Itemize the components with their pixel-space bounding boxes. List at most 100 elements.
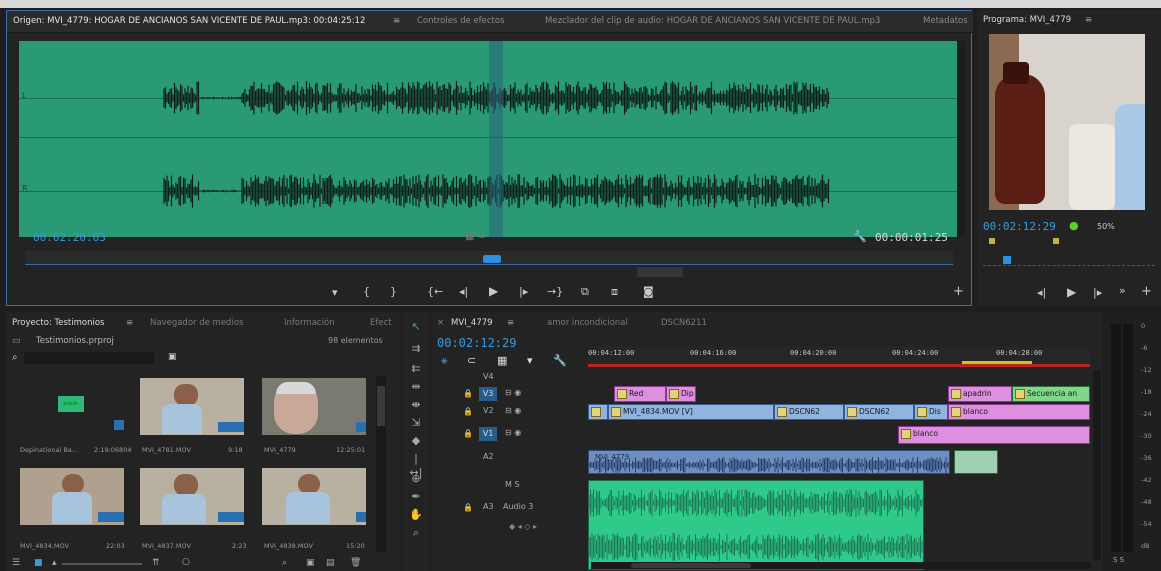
search-input[interactable] — [24, 352, 154, 364]
thumbnail-size-slider[interactable] — [62, 563, 142, 565]
clip-apadrin[interactable]: apadrin — [948, 386, 1012, 402]
new-bin-icon[interactable]: ▣ — [168, 352, 177, 362]
new-item-icon[interactable]: ▤ — [326, 558, 335, 568]
timeline-vertical-scrollbar[interactable] — [1093, 370, 1101, 560]
add-button-icon[interactable]: + — [1141, 284, 1152, 299]
selection-tool-icon[interactable]: ↖ — [409, 320, 423, 334]
solo-buttons[interactable]: S S — [1113, 556, 1124, 564]
fit-icon[interactable]: ▦ ⇼ — [465, 231, 486, 242]
close-tab-icon[interactable]: × — [437, 318, 444, 328]
clip-a2-audio[interactable]: MVI_4779 — [588, 450, 950, 474]
track-output-icon[interactable]: ⊟ ◉ — [505, 428, 521, 437]
zoom-out-icon[interactable]: ▴ — [52, 558, 57, 568]
clip-audio-3[interactable] — [588, 480, 924, 570]
waveform-scrollbar[interactable] — [957, 41, 965, 237]
menu-icon[interactable]: ≡ — [126, 318, 133, 328]
search-icon[interactable]: ⌕ — [12, 352, 18, 363]
tab-info[interactable]: Información — [284, 318, 335, 328]
pen-tool-icon[interactable]: ✒ — [409, 490, 423, 504]
sequence-markers-icon[interactable]: ▦ — [497, 354, 507, 367]
thumbnail-mvi-4834[interactable] — [20, 468, 124, 525]
lock-icon[interactable]: 🔒 — [463, 389, 473, 398]
lock-icon[interactable]: 🔒 — [463, 407, 473, 416]
clip-a2-green[interactable] — [954, 450, 998, 474]
play-icon[interactable]: ▶ — [1067, 285, 1076, 299]
go-to-in-icon[interactable]: {← — [427, 285, 443, 298]
clip-mvi-4834[interactable]: MVI_4834.MOV [V] — [608, 404, 774, 420]
playhead-marker[interactable] — [489, 41, 503, 237]
wrench-icon[interactable]: 🔧 — [553, 354, 567, 367]
clip-blanco-v1[interactable]: blanco — [898, 426, 1090, 444]
add-marker-icon[interactable]: ▾ — [332, 286, 338, 299]
slip-tool-icon[interactable]: |↔| — [409, 452, 423, 479]
program-video-frame[interactable] — [989, 34, 1145, 210]
track-select-tool-icon[interactable]: ⇉ — [409, 342, 423, 356]
export-frame-icon[interactable]: ◙ — [643, 285, 654, 298]
razor-tool-icon[interactable]: ◆ — [409, 434, 423, 448]
clip-dscn62-a[interactable]: DSCN62 — [774, 404, 844, 420]
mute-solo-buttons[interactable]: M S — [505, 480, 520, 489]
lock-icon[interactable]: 🔒 — [463, 429, 473, 438]
linked-selection-icon[interactable]: ⊂ — [467, 354, 476, 367]
clip-red[interactable]: Red — [614, 386, 666, 402]
clip-dis[interactable]: Dis — [914, 404, 948, 420]
clip-dis-start[interactable] — [588, 404, 608, 420]
thumbnail-mvi-4837[interactable] — [140, 468, 244, 525]
thumbnail-mvi-4781[interactable] — [140, 378, 244, 435]
tab-audio-clip-mixer[interactable]: Mezclador del clip de audio: HOGAR DE AN… — [545, 16, 880, 26]
step-back-icon[interactable]: ◂| — [1037, 286, 1046, 299]
tab-metadata[interactable]: Metadatos — [923, 16, 968, 26]
project-scrollbar[interactable] — [376, 376, 386, 552]
timeline-tracks-area[interactable]: Red Dip apadrin Secuencia an MVI_4834.MO… — [588, 370, 1090, 570]
tab-dscn6211[interactable]: DSCN6211 — [661, 318, 707, 328]
add-button-icon[interactable]: + — [953, 284, 964, 299]
tab-mvi-4779[interactable]: MVI_4779 — [451, 318, 493, 328]
lock-icon[interactable]: 🔒 — [463, 503, 473, 512]
clip-blanco-v2[interactable]: blanco — [948, 404, 1090, 420]
track-select-back-icon[interactable]: ⇇ — [409, 362, 423, 376]
timeline-ruler[interactable]: 00:04:12:00 00:04:16:00 00:04:20:00 00:0… — [588, 346, 1090, 368]
mark-out-icon[interactable]: } — [390, 285, 397, 298]
find-icon[interactable]: ⌕ — [282, 558, 287, 568]
step-back-icon[interactable]: ◂| — [459, 285, 468, 298]
insert-icon[interactable]: ⧉ — [581, 285, 589, 299]
track-target-v1[interactable]: V1 — [479, 427, 497, 441]
keyframe-nav-icon[interactable]: ◆ ◂ ◇ ▸ — [509, 522, 537, 531]
play-icon[interactable]: ▶ — [489, 284, 498, 298]
source-time-ruler[interactable] — [25, 251, 953, 265]
slide-tool-icon[interactable]: ⊕ — [409, 472, 423, 486]
tab-project[interactable]: Proyecto: Testimonios — [12, 318, 104, 328]
more-controls-icon[interactable]: » — [1119, 284, 1126, 297]
new-bin-icon[interactable]: ▣ — [306, 558, 315, 568]
ripple-edit-tool-icon[interactable]: ⇹ — [409, 380, 423, 394]
snap-icon[interactable]: ⚹ — [441, 354, 448, 368]
program-time-ruler[interactable] — [983, 256, 1155, 266]
thumbnail-sequence[interactable]: ▸▸▸ — [20, 378, 124, 435]
zoom-level[interactable]: 50% — [1097, 222, 1115, 231]
source-zoom-bar[interactable] — [637, 267, 683, 277]
overwrite-icon[interactable]: ⧈ — [611, 285, 618, 299]
add-marker-icon[interactable]: ▾ — [527, 354, 533, 367]
track-output-icon[interactable]: ⊟ ◉ — [505, 406, 521, 415]
automate-icon[interactable]: ⎔ — [182, 558, 190, 568]
source-timecode-current[interactable]: 00:02:20:03 — [33, 231, 106, 244]
zoom-tool-icon[interactable]: ⌕ — [409, 526, 423, 540]
delete-icon[interactable]: 🗑 — [350, 558, 361, 568]
wrench-icon[interactable]: 🔧 — [853, 230, 867, 243]
menu-icon[interactable]: ≡ — [507, 318, 514, 328]
track-output-icon[interactable]: ⊟ ◉ — [505, 388, 521, 397]
tab-effect-controls[interactable]: Controles de efectos — [417, 16, 505, 26]
menu-icon[interactable]: ≡ — [1085, 15, 1092, 25]
clip-dscn62-b[interactable]: DSCN62 — [844, 404, 914, 420]
track-target-v3[interactable]: V3 — [479, 387, 497, 401]
tab-program[interactable]: Programa: MVI_4779 — [983, 15, 1071, 25]
timeline-scrollbar[interactable] — [591, 562, 1091, 569]
go-to-out-icon[interactable]: →} — [547, 285, 563, 298]
program-playhead[interactable] — [1003, 256, 1011, 264]
step-forward-icon[interactable]: |▸ — [519, 285, 528, 298]
step-forward-icon[interactable]: |▸ — [1093, 286, 1102, 299]
rate-stretch-tool-icon[interactable]: ⇲ — [409, 416, 423, 430]
thumbnail-mvi-4779[interactable] — [262, 378, 366, 435]
tab-media-browser[interactable]: Navegador de medios — [150, 318, 243, 328]
rolling-edit-tool-icon[interactable]: ⇼ — [409, 398, 423, 412]
